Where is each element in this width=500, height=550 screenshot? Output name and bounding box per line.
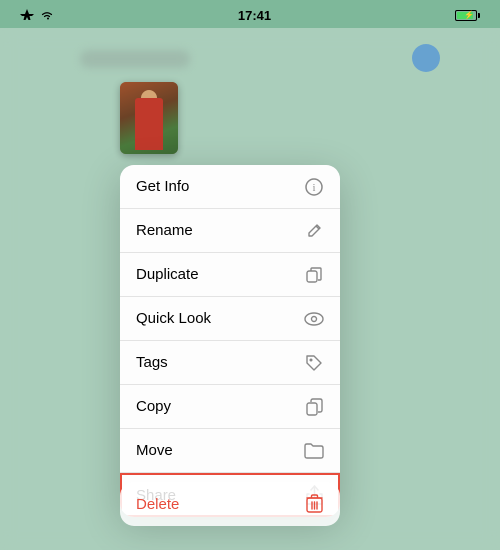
tag-icon <box>304 353 324 373</box>
airplane-icon <box>20 9 34 21</box>
pencil-icon <box>304 221 324 241</box>
status-right: ⚡ <box>455 10 480 21</box>
status-bar: 17:41 ⚡ <box>0 0 500 28</box>
eye-icon <box>304 309 324 329</box>
menu-item-tags[interactable]: Tags <box>120 341 340 385</box>
menu-item-copy[interactable]: Copy <box>120 385 340 429</box>
wifi-icon <box>40 9 54 21</box>
status-left <box>20 9 54 21</box>
menu-item-move[interactable]: Move <box>120 429 340 473</box>
thumbnail-image <box>120 82 178 154</box>
menu-item-get-info[interactable]: Get Info i <box>120 165 340 209</box>
menu-item-duplicate[interactable]: Duplicate <box>120 253 340 297</box>
context-menu: Get Info i Rename Duplicate Quick <box>120 165 340 517</box>
file-name-blurred <box>80 50 190 68</box>
menu-item-quick-look[interactable]: Quick Look <box>120 297 340 341</box>
svg-text:i: i <box>313 183 316 194</box>
blue-dot <box>412 44 440 72</box>
battery-bolt: ⚡ <box>464 11 474 20</box>
duplicate-icon <box>304 265 324 285</box>
folder-icon <box>304 441 324 461</box>
info-icon: i <box>304 177 324 197</box>
menu-item-rename[interactable]: Rename <box>120 209 340 253</box>
battery-icon: ⚡ <box>455 10 480 21</box>
menu-item-delete[interactable]: Delete <box>120 482 340 526</box>
file-thumbnail <box>120 82 178 154</box>
copy-icon <box>304 397 324 417</box>
status-time: 17:41 <box>238 8 271 23</box>
delete-section: Delete <box>120 476 340 526</box>
trash-icon <box>304 494 324 514</box>
